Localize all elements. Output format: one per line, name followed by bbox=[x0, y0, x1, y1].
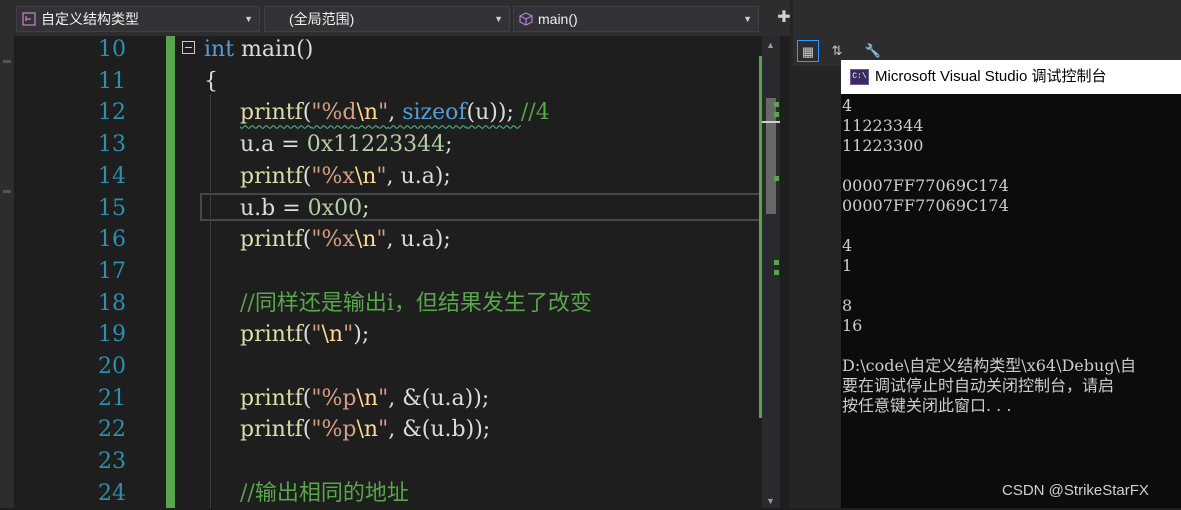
wrench-icon[interactable]: 🔧 bbox=[862, 40, 884, 62]
console-output[interactable]: 4 11223344 11223300 00007FF77069C174 000… bbox=[841, 94, 1181, 508]
console-line: 4 bbox=[842, 236, 853, 255]
code-editor[interactable]: 10 11 12 13 14 15 16 17 18 19 20 21 22 2… bbox=[14, 36, 790, 508]
global-scope-label: (全局范围) bbox=[289, 11, 355, 27]
console-line: D:\code\自定义结构类型\x64\Debug\自 bbox=[842, 356, 1136, 375]
navigation-bar: 自定义结构类型 ▼ (全局范围) ▼ main() ▼ ✚ bbox=[14, 0, 791, 36]
line-number: 20 bbox=[98, 354, 126, 379]
code-line[interactable]: { bbox=[204, 66, 218, 98]
class-icon bbox=[22, 12, 36, 26]
strip-mark bbox=[3, 190, 11, 193]
sort-icon[interactable]: ⇅ bbox=[826, 40, 848, 62]
scroll-change-marker bbox=[774, 260, 779, 265]
console-line: 00007FF77069C174 bbox=[842, 196, 1009, 215]
scroll-caret-marker bbox=[762, 121, 780, 123]
console-line: 16 bbox=[842, 316, 863, 335]
properties-grid-icon[interactable]: ▦ bbox=[797, 40, 819, 62]
line-number: 21 bbox=[98, 385, 126, 411]
line-number: 10 bbox=[98, 37, 126, 62]
scroll-down-icon[interactable]: ▼ bbox=[766, 496, 775, 506]
tool-window-body bbox=[793, 66, 841, 508]
code-line[interactable]: u.b = 0x00; bbox=[240, 193, 370, 225]
chevron-down-icon[interactable]: ▼ bbox=[743, 7, 752, 31]
line-number: 12 bbox=[98, 100, 126, 126]
global-scope-dropdown[interactable]: (全局范围) ▼ bbox=[264, 6, 510, 32]
console-line: 1 bbox=[842, 256, 853, 275]
collapse-block-icon[interactable] bbox=[182, 41, 195, 54]
line-number: 11 bbox=[98, 68, 126, 94]
code-line[interactable]: printf("%p\n", &(u.b)); bbox=[240, 414, 490, 446]
project-scope-dropdown[interactable]: 自定义结构类型 ▼ bbox=[16, 6, 260, 32]
console-line: 4 bbox=[842, 96, 853, 115]
scroll-change-marker bbox=[774, 112, 779, 117]
project-scope-label: 自定义结构类型 bbox=[41, 11, 139, 27]
scroll-change-marker bbox=[774, 176, 779, 181]
console-line: 要在调试停止时自动关闭控制台，请启 bbox=[842, 376, 1115, 395]
member-scope-dropdown[interactable]: main() ▼ bbox=[513, 6, 759, 32]
line-number: 18 bbox=[98, 290, 126, 316]
line-number: 23 bbox=[98, 449, 126, 475]
console-line: 11223300 bbox=[842, 136, 924, 155]
console-line: 8 bbox=[842, 296, 853, 315]
line-number: 17 bbox=[98, 258, 126, 284]
left-edge-strip bbox=[0, 0, 14, 508]
chevron-down-icon[interactable]: ▼ bbox=[244, 7, 253, 31]
console-title: Microsoft Visual Studio 调试控制台 bbox=[875, 68, 1107, 85]
console-app-icon: C:\ bbox=[850, 69, 869, 85]
line-number: 22 bbox=[98, 417, 126, 443]
vertical-scrollbar[interactable]: ▲ ▼ bbox=[762, 36, 780, 508]
console-line: 按任意键关闭此窗口. . . bbox=[842, 396, 1012, 415]
code-line[interactable]: printf("\n"); bbox=[240, 319, 369, 351]
line-number: 13 bbox=[98, 132, 126, 158]
indent-guide bbox=[210, 95, 211, 508]
console-line: 00007FF77069C174 bbox=[842, 176, 1009, 195]
line-number: 16 bbox=[98, 227, 126, 253]
console-line: 11223344 bbox=[842, 116, 924, 135]
strip-mark bbox=[3, 60, 11, 63]
scroll-change-marker bbox=[774, 102, 779, 107]
member-scope-label: main() bbox=[538, 11, 578, 27]
line-number: 15 bbox=[98, 195, 126, 221]
code-line[interactable]: printf("%d\n", sizeof(u)); //4 bbox=[240, 97, 550, 129]
tool-window-header bbox=[793, 0, 1181, 36]
chevron-down-icon[interactable]: ▼ bbox=[494, 7, 503, 31]
code-line[interactable]: //同样还是输出i，但结果发生了改变 bbox=[240, 288, 592, 320]
scroll-change-marker bbox=[774, 270, 779, 275]
code-line[interactable]: //输出相同的地址 bbox=[240, 478, 409, 510]
line-number: 24 bbox=[98, 480, 126, 506]
code-line[interactable]: int main() bbox=[204, 34, 313, 66]
line-number: 14 bbox=[98, 163, 126, 189]
scroll-up-icon[interactable]: ▲ bbox=[766, 40, 775, 50]
change-tracking-bar bbox=[166, 36, 175, 508]
code-line[interactable]: printf("%x\n", u.a); bbox=[240, 161, 451, 193]
console-title-bar[interactable]: C:\ Microsoft Visual Studio 调试控制台 bbox=[841, 60, 1181, 94]
code-line[interactable]: printf("%p\n", &(u.a)); bbox=[240, 383, 489, 415]
line-number: 19 bbox=[98, 322, 126, 348]
code-line[interactable]: printf("%x\n", u.a); bbox=[240, 224, 451, 256]
watermark: CSDN @StrikeStarFX bbox=[1002, 482, 1149, 499]
method-cube-icon bbox=[519, 12, 533, 26]
code-line[interactable]: u.a = 0x11223344; bbox=[240, 129, 453, 161]
